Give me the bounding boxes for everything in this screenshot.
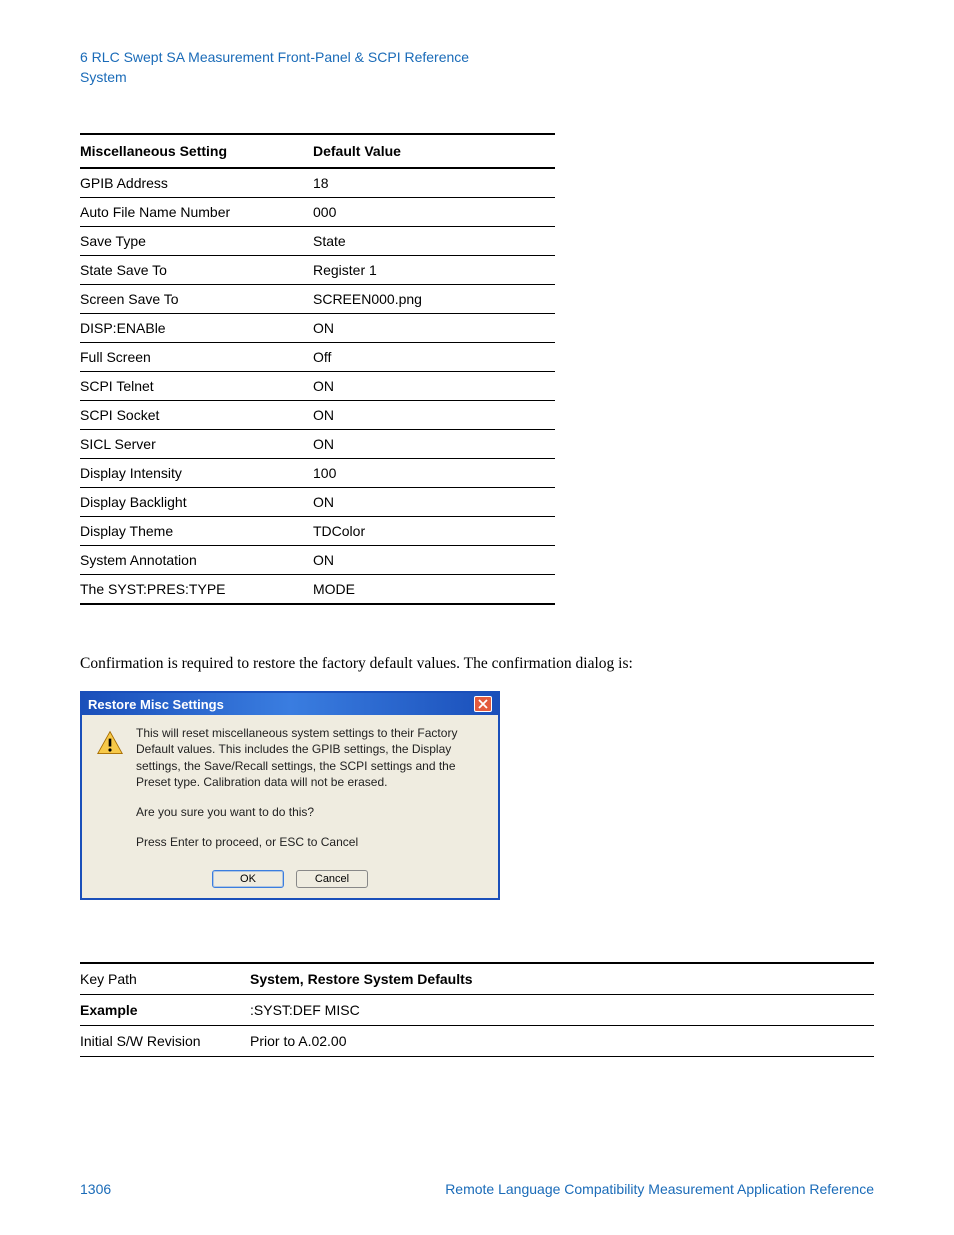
page-number: 1306 xyxy=(80,1181,111,1197)
table-row: Key PathSystem, Restore System Defaults xyxy=(80,963,874,995)
warning-icon xyxy=(96,725,124,856)
confirmation-text: Confirmation is required to restore the … xyxy=(80,655,874,673)
ref-value-cell: System, Restore System Defaults xyxy=(250,963,874,995)
value-cell: 18 xyxy=(313,168,555,198)
value-cell: ON xyxy=(313,314,555,343)
ref-label-cell: Example xyxy=(80,995,250,1026)
table-row: Save TypeState xyxy=(80,227,555,256)
setting-cell: Auto File Name Number xyxy=(80,198,313,227)
table-row: Full ScreenOff xyxy=(80,343,555,372)
table-row: GPIB Address18 xyxy=(80,168,555,198)
header-value: Default Value xyxy=(313,134,555,168)
misc-settings-table: Miscellaneous Setting Default Value GPIB… xyxy=(80,133,555,605)
table-row: Auto File Name Number000 xyxy=(80,198,555,227)
table-header-row: Miscellaneous Setting Default Value xyxy=(80,134,555,168)
ref-value-cell: :SYST:DEF MISC xyxy=(250,995,874,1026)
restore-misc-dialog: Restore Misc Settings This will reset mi… xyxy=(80,691,500,900)
setting-cell: SCPI Socket xyxy=(80,401,313,430)
ref-label-cell: Key Path xyxy=(80,963,250,995)
setting-cell: SICL Server xyxy=(80,430,313,459)
dialog-para-3: Press Enter to proceed, or ESC to Cancel xyxy=(136,834,484,850)
cancel-button[interactable]: Cancel xyxy=(296,870,368,888)
value-cell: MODE xyxy=(313,575,555,605)
page-footer: 1306 Remote Language Compatibility Measu… xyxy=(80,1181,874,1197)
table-row: The SYST:PRES:TYPEMODE xyxy=(80,575,555,605)
setting-cell: Display Backlight xyxy=(80,488,313,517)
table-row: SCPI SocketON xyxy=(80,401,555,430)
ref-label-cell: Initial S/W Revision xyxy=(80,1026,250,1057)
dialog-para-1: This will reset miscellaneous system set… xyxy=(136,725,484,790)
value-cell: State xyxy=(313,227,555,256)
value-cell: 000 xyxy=(313,198,555,227)
setting-cell: DISP:ENABle xyxy=(80,314,313,343)
footer-title: Remote Language Compatibility Measuremen… xyxy=(445,1181,874,1197)
value-cell: Register 1 xyxy=(313,256,555,285)
dialog-body: This will reset miscellaneous system set… xyxy=(82,715,498,870)
setting-cell: GPIB Address xyxy=(80,168,313,198)
setting-cell: Display Intensity xyxy=(80,459,313,488)
setting-cell: Display Theme xyxy=(80,517,313,546)
header-chapter-link[interactable]: 6 RLC Swept SA Measurement Front-Panel &… xyxy=(80,48,874,68)
table-row: SCPI TelnetON xyxy=(80,372,555,401)
dialog-para-2: Are you sure you want to do this? xyxy=(136,804,484,820)
table-row: Display ThemeTDColor xyxy=(80,517,555,546)
value-cell: TDColor xyxy=(313,517,555,546)
table-row: State Save ToRegister 1 xyxy=(80,256,555,285)
setting-cell: State Save To xyxy=(80,256,313,285)
table-row: Display Intensity100 xyxy=(80,459,555,488)
value-cell: SCREEN000.png xyxy=(313,285,555,314)
page-header: 6 RLC Swept SA Measurement Front-Panel &… xyxy=(80,48,874,87)
setting-cell: Full Screen xyxy=(80,343,313,372)
ok-button[interactable]: OK xyxy=(212,870,284,888)
table-row: Initial S/W RevisionPrior to A.02.00 xyxy=(80,1026,874,1057)
value-cell: ON xyxy=(313,430,555,459)
value-cell: ON xyxy=(313,372,555,401)
setting-cell: SCPI Telnet xyxy=(80,372,313,401)
header-section-link[interactable]: System xyxy=(80,68,874,88)
dialog-button-row: OK Cancel xyxy=(82,870,498,898)
setting-cell: Save Type xyxy=(80,227,313,256)
value-cell: ON xyxy=(313,546,555,575)
close-button[interactable] xyxy=(474,696,492,712)
value-cell: ON xyxy=(313,401,555,430)
dialog-title: Restore Misc Settings xyxy=(88,697,224,712)
value-cell: ON xyxy=(313,488,555,517)
ref-value-cell: Prior to A.02.00 xyxy=(250,1026,874,1057)
reference-table: Key PathSystem, Restore System DefaultsE… xyxy=(80,962,874,1057)
setting-cell: System Annotation xyxy=(80,546,313,575)
dialog-text-block: This will reset miscellaneous system set… xyxy=(136,725,484,856)
setting-cell: Screen Save To xyxy=(80,285,313,314)
table-row: DISP:ENABleON xyxy=(80,314,555,343)
value-cell: 100 xyxy=(313,459,555,488)
dialog-titlebar: Restore Misc Settings xyxy=(82,693,498,715)
close-icon xyxy=(478,699,488,709)
setting-cell: The SYST:PRES:TYPE xyxy=(80,575,313,605)
table-row: System AnnotationON xyxy=(80,546,555,575)
value-cell: Off xyxy=(313,343,555,372)
table-row: Example:SYST:DEF MISC xyxy=(80,995,874,1026)
table-row: Screen Save ToSCREEN000.png xyxy=(80,285,555,314)
table-row: Display BacklightON xyxy=(80,488,555,517)
header-setting: Miscellaneous Setting xyxy=(80,134,313,168)
table-row: SICL ServerON xyxy=(80,430,555,459)
